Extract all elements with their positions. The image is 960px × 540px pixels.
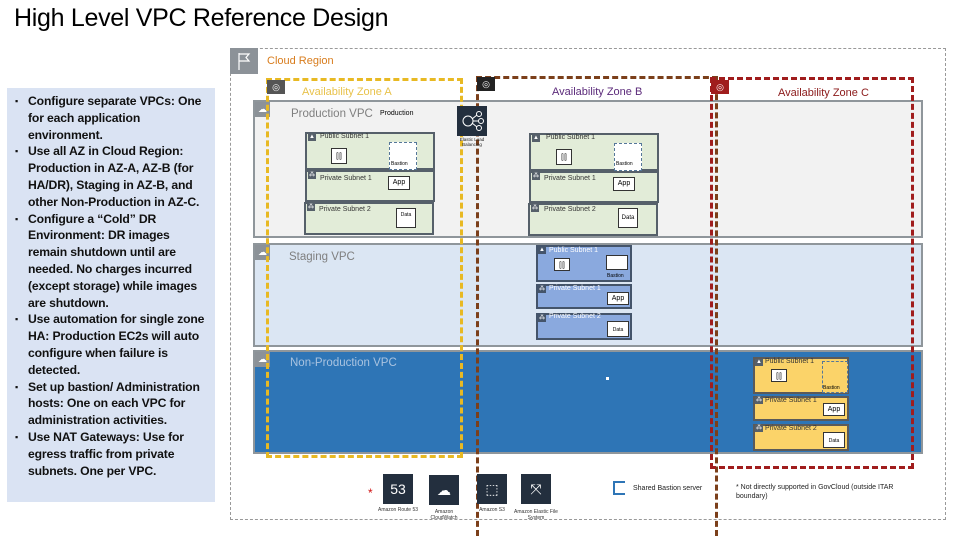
bastion-label: Bastion [607, 273, 624, 279]
database-icon: Data [823, 432, 845, 448]
asterisk-marker: * [368, 486, 373, 500]
elb-label: Elastic Load Balancing [459, 137, 485, 147]
az-a-label: Availability Zone A [302, 86, 392, 98]
subnet-label: Private Subnet 2 [544, 206, 596, 213]
subnet-label: Private Subnet 2 [319, 206, 371, 213]
nat-gateway-icon: [|] [771, 369, 787, 382]
az-icon: ◎ [711, 80, 729, 94]
subnet-label: Private Subnet 2 [549, 313, 601, 320]
bastion-label: Bastion [823, 385, 840, 391]
route53-icon: 53 [383, 474, 413, 504]
az-c-label: Availability Zone C [778, 87, 869, 99]
shared-bastion-legend-icon [613, 481, 625, 495]
subnet-label: Private Subnet 1 [549, 285, 601, 292]
notes-panel: Configure separate VPCs: One for each ap… [7, 88, 215, 502]
nat-gateway-icon: [|] [554, 258, 570, 271]
subnet-icon: ▲ [538, 247, 546, 254]
az-b-label: Availability Zone B [552, 86, 643, 98]
note-item: Set up bastion/ Administration hosts: On… [15, 379, 209, 429]
service-label: Amazon Elastic File System [514, 509, 558, 521]
subnet-icon: ⁂ [531, 205, 539, 212]
note-item: Configure separate VPCs: One for each ap… [15, 93, 209, 143]
bastion-label: Bastion [616, 161, 633, 167]
az-icon: ◎ [477, 77, 495, 91]
bastion-host [606, 255, 628, 270]
database-icon: Data [396, 208, 416, 228]
nat-gateway-icon: [|] [331, 148, 347, 164]
nat-gateway-icon: [|] [556, 149, 572, 165]
note-item: Use automation for single zone HA: Produ… [15, 311, 209, 378]
service-label: Amazon Route 53 [377, 507, 419, 513]
subnet-label: Private Subnet 1 [320, 175, 372, 182]
subnet-icon: ▲ [755, 359, 763, 366]
subnet-icon: ⁂ [538, 286, 546, 293]
app-server-icon: App [607, 292, 629, 305]
subnet-icon: ▲ [532, 135, 540, 142]
subnet-icon: ⁂ [755, 397, 763, 404]
app-server-icon: App [388, 176, 410, 190]
subnet-label: Private Subnet 1 [765, 397, 817, 404]
subnet-icon: ⁂ [538, 315, 546, 322]
subnet-icon: ⁂ [532, 173, 540, 180]
database-icon: Data [618, 208, 638, 228]
subnet-label: Private Subnet 1 [544, 175, 596, 182]
subnet-icon: ▲ [308, 134, 316, 141]
note-item: Use NAT Gateways: Use for egress traffic… [15, 429, 209, 479]
az-icon: ◎ [267, 80, 285, 94]
subnet-label: Private Subnet 2 [765, 425, 817, 432]
subnet-label: Public Subnet 1 [320, 133, 370, 140]
subnet-label: Public Subnet 1 [765, 358, 815, 365]
efs-icon: ⤧ [521, 474, 551, 504]
service-label: Amazon S3 [479, 507, 505, 513]
page-title: High Level VPC Reference Design [14, 4, 389, 32]
subnet-icon: ⁂ [755, 425, 763, 432]
flag-icon [230, 48, 258, 74]
s3-icon: ⬚ [477, 474, 507, 504]
elastic-load-balancing-icon [457, 106, 487, 136]
subnet-icon: ⁂ [308, 172, 316, 179]
cloudwatch-icon: ☁ [429, 475, 459, 505]
app-server-icon: App [613, 177, 635, 191]
bastion-label: Bastion [391, 161, 408, 167]
region-label: Cloud Region [267, 55, 334, 67]
footnote: * Not directly supported in GovCloud (ou… [736, 484, 894, 500]
app-server-icon: App [823, 403, 845, 416]
legend-bastion-label: Shared Bastion server [633, 485, 703, 492]
note-item: Configure a “Cold” DR Environment: DR im… [15, 211, 209, 312]
subnet-label: Public Subnet 1 [546, 134, 596, 141]
service-label: Amazon CloudWatch [430, 509, 458, 521]
note-item: Use all AZ in Cloud Region: Production i… [15, 143, 209, 210]
database-icon: Data [607, 321, 629, 337]
subnet-icon: ⁂ [307, 204, 315, 211]
subnet-label: Public Subnet 1 [549, 247, 599, 254]
